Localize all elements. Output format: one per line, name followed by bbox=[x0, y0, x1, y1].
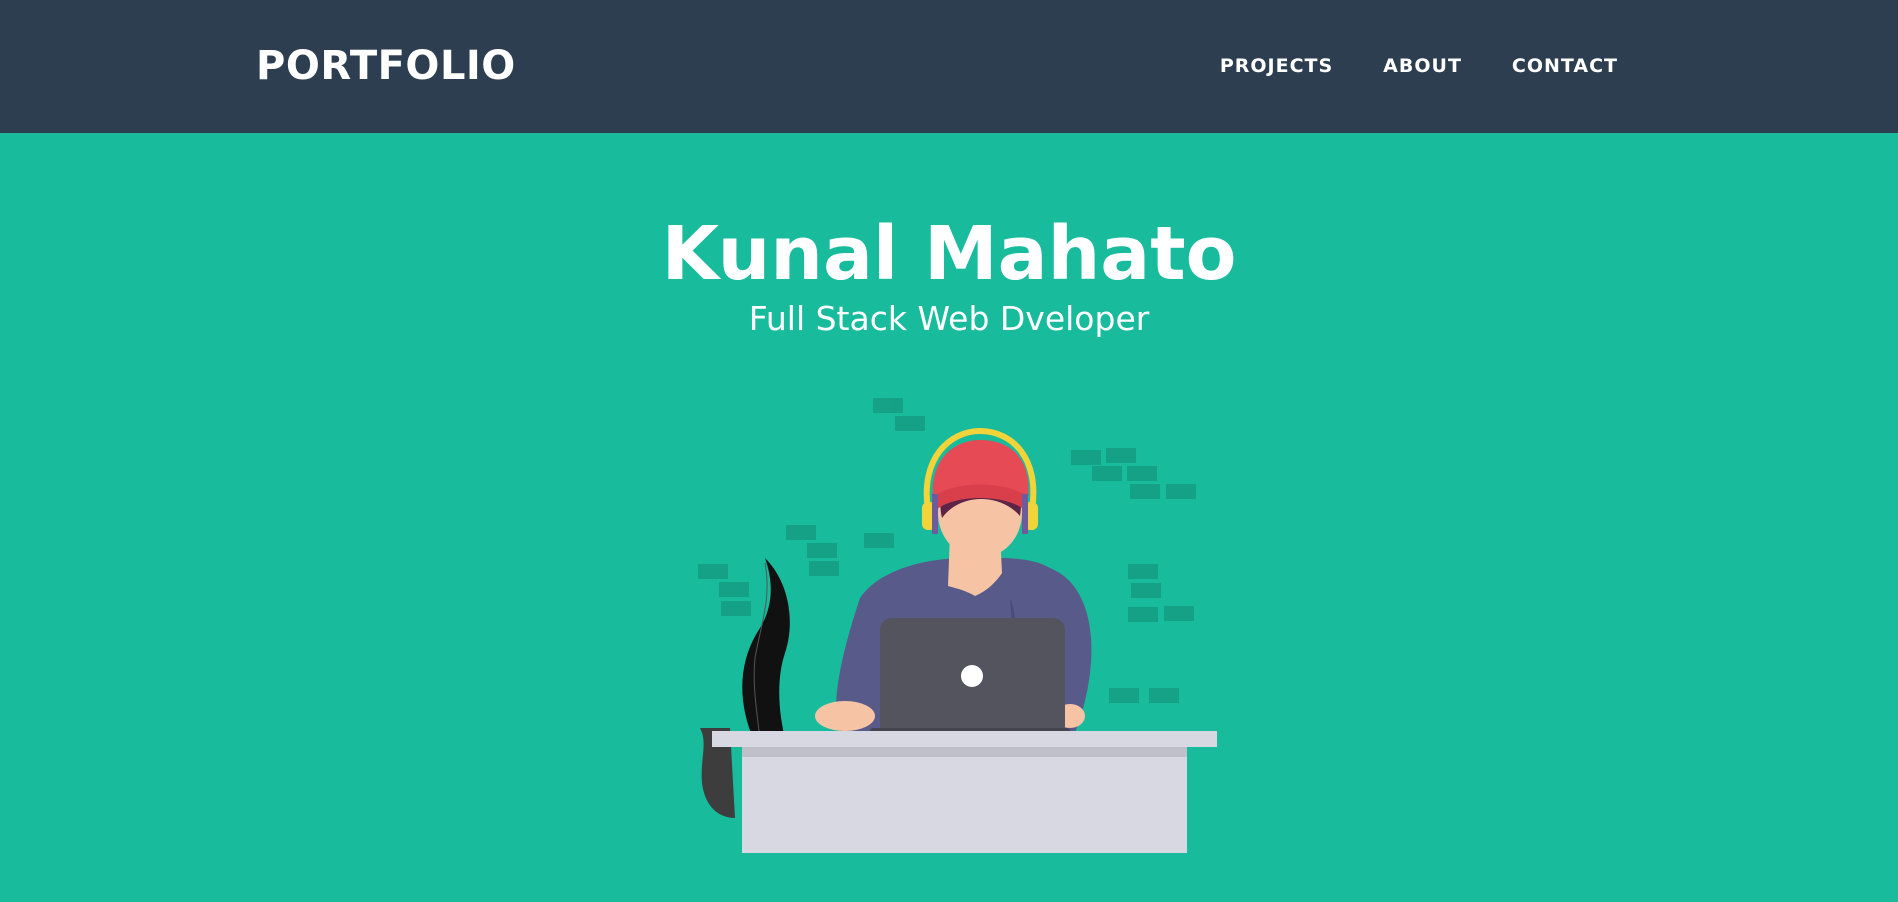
hero-role: Full Stack Web Dveloper bbox=[748, 299, 1150, 338]
nav-links: PROJECTS ABOUT CONTACT bbox=[1220, 52, 1618, 80]
brand-logo-link[interactable]: PORTFOLIO bbox=[256, 40, 516, 92]
developer-illustration-icon bbox=[698, 398, 1217, 853]
hero-name: Kunal Mahato bbox=[661, 211, 1237, 297]
desk-icon bbox=[712, 731, 1217, 853]
navbar: PORTFOLIO PROJECTS ABOUT CONTACT bbox=[0, 0, 1898, 133]
laptop-icon bbox=[870, 618, 1070, 738]
nav-link-about[interactable]: ABOUT bbox=[1383, 52, 1462, 80]
nav-link-projects[interactable]: PROJECTS bbox=[1220, 52, 1333, 80]
nav-link-contact[interactable]: CONTACT bbox=[1512, 52, 1618, 80]
hero-section: Kunal Mahato Full Stack Web Dveloper bbox=[0, 133, 1898, 902]
